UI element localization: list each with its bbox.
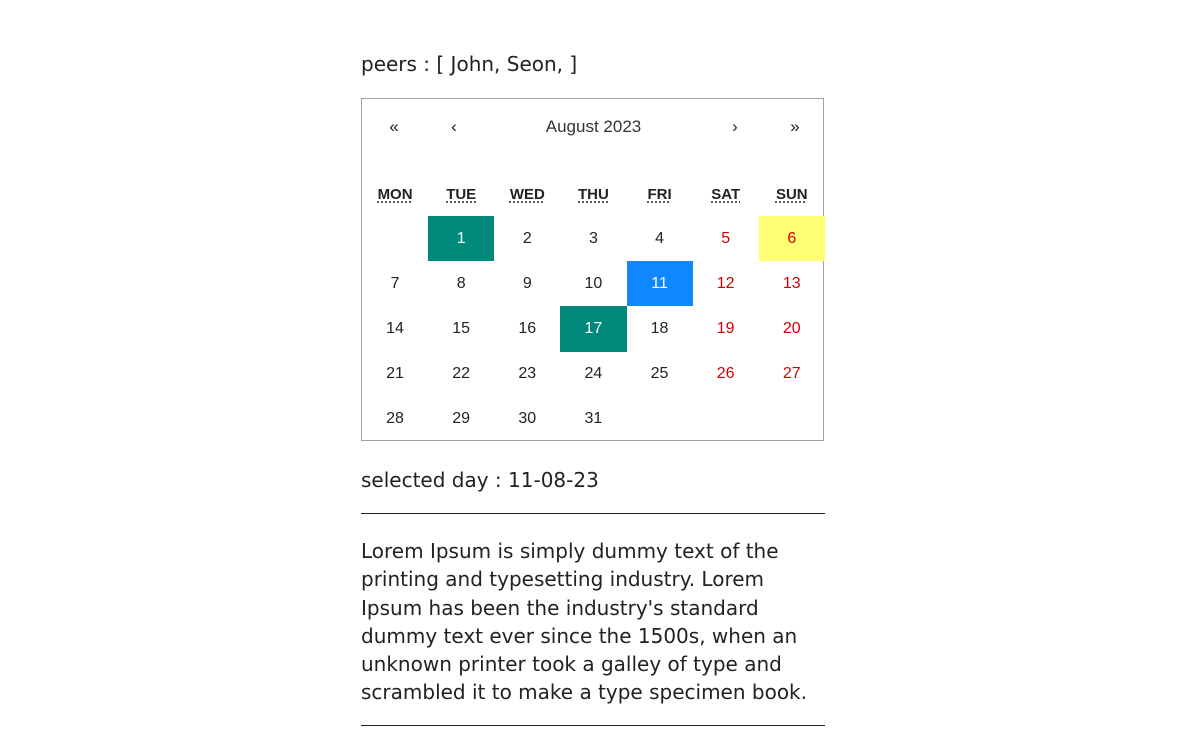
calendar-day-12[interactable]: 12 bbox=[693, 261, 759, 306]
calendar-day-17[interactable]: 17 bbox=[560, 306, 627, 352]
weekday-tue: TUE bbox=[446, 186, 477, 203]
calendar-day-19[interactable]: 19 bbox=[693, 306, 759, 351]
weekday-header: MON TUE WED THU FRI SAT SUN bbox=[362, 183, 823, 207]
description-text: Lorem Ipsum is simply dummy text of the … bbox=[361, 539, 807, 705]
weekday-fri: FRI bbox=[647, 186, 672, 203]
calendar-day-20[interactable]: 20 bbox=[759, 306, 825, 351]
weekday-wed: WED bbox=[509, 186, 545, 203]
calendar-day-21[interactable]: 21 bbox=[362, 352, 428, 397]
calendar-day-9[interactable]: 9 bbox=[494, 261, 560, 306]
calendar-day-24[interactable]: 24 bbox=[560, 352, 626, 397]
prev-year-button[interactable]: « bbox=[374, 113, 414, 141]
calendar-day-29[interactable]: 29 bbox=[428, 397, 494, 442]
calendar-day-26[interactable]: 26 bbox=[693, 352, 759, 397]
calendar-day-31[interactable]: 31 bbox=[560, 397, 626, 442]
next-month-button[interactable]: › bbox=[715, 113, 755, 141]
next-year-button[interactable]: » bbox=[775, 113, 815, 141]
calendar: « ‹ August 2023 › » MON TUE WED THU FRI … bbox=[361, 98, 825, 442]
weekday-mon: MON bbox=[377, 186, 413, 203]
prev-month-button[interactable]: ‹ bbox=[434, 113, 474, 141]
calendar-day-5[interactable]: 5 bbox=[693, 216, 759, 261]
calendar-day-15[interactable]: 15 bbox=[428, 306, 494, 351]
peers-list: peers : [ John, Seon, ] bbox=[361, 52, 578, 76]
divider-bottom bbox=[361, 725, 825, 726]
calendar-day-4[interactable]: 4 bbox=[627, 216, 693, 261]
calendar-day-10[interactable]: 10 bbox=[560, 261, 626, 306]
calendar-day-28[interactable]: 28 bbox=[362, 397, 428, 442]
calendar-day-3[interactable]: 3 bbox=[560, 216, 626, 261]
calendar-day-27[interactable]: 27 bbox=[759, 352, 825, 397]
calendar-day-11[interactable]: 11 bbox=[626, 261, 693, 307]
calendar-day-7[interactable]: 7 bbox=[362, 261, 428, 306]
calendar-day-2[interactable]: 2 bbox=[494, 216, 560, 261]
divider-top bbox=[361, 513, 825, 514]
selected-day-text: selected day : 11-08-23 bbox=[361, 468, 599, 492]
calendar-month-label[interactable]: August 2023 bbox=[492, 113, 695, 141]
calendar-day-30[interactable]: 30 bbox=[494, 397, 560, 442]
calendar-day-empty bbox=[362, 216, 428, 261]
weekday-sat: SAT bbox=[711, 186, 741, 203]
calendar-day-empty bbox=[627, 397, 693, 442]
calendar-day-empty bbox=[759, 397, 825, 442]
calendar-day-25[interactable]: 25 bbox=[627, 352, 693, 397]
calendar-day-16[interactable]: 16 bbox=[494, 306, 560, 351]
weekday-thu: THU bbox=[578, 186, 609, 203]
calendar-day-empty bbox=[693, 397, 759, 442]
calendar-day-8[interactable]: 8 bbox=[428, 261, 494, 306]
weekday-sun: SUN bbox=[775, 186, 808, 203]
calendar-day-18[interactable]: 18 bbox=[627, 306, 693, 351]
calendar-day-14[interactable]: 14 bbox=[362, 306, 428, 351]
calendar-day-13[interactable]: 13 bbox=[759, 261, 825, 306]
calendar-day-23[interactable]: 23 bbox=[494, 352, 560, 397]
calendar-day-22[interactable]: 22 bbox=[428, 352, 494, 397]
calendar-day-1[interactable]: 1 bbox=[428, 216, 495, 262]
calendar-days-grid: 1 2 3 4 5 6 7 8 9 10 11 12 13 14 15 16 17 18 19 20 21 22 23 24 2… bbox=[362, 216, 825, 442]
calendar-day-6[interactable]: 6 bbox=[758, 216, 825, 262]
calendar-navigation: « ‹ August 2023 › » bbox=[362, 99, 823, 155]
